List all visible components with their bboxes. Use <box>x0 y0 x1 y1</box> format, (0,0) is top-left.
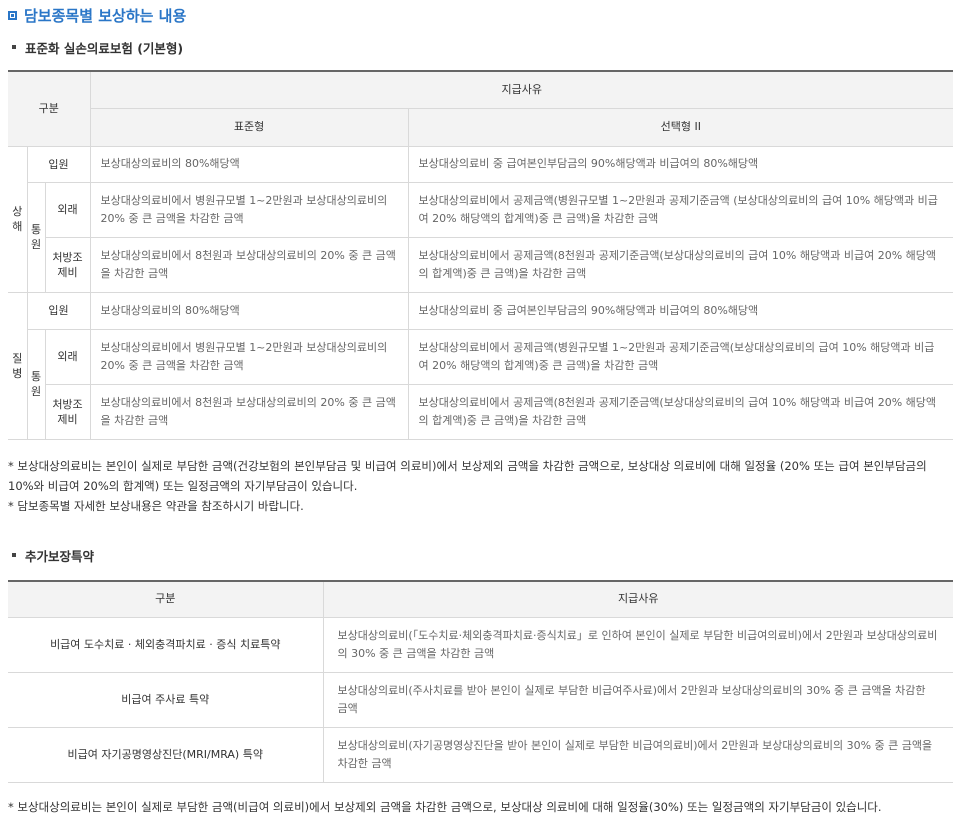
cell-option: 보상대상의료비에서 공제금액(8천원과 공제기준금액(보상대상의료비의 급여 1… <box>407 383 954 440</box>
cell-standard: 보상대상의료비에서 병원규모별 1~2만원과 보상대상의료비의 20% 중 큰 … <box>89 328 409 385</box>
outpatient-group-injury: 통원 <box>27 181 46 293</box>
rider-desc: 보상대상의료비(「도수치료·체외충격파치료·증식치료」로 인하여 본인이 실제로… <box>322 616 953 673</box>
subsection-title-text: 추가보장특약 <box>25 548 95 564</box>
table-row: 통원 외래 보상대상의료비에서 병원규모별 1~2만원과 보상대상의료비의 20… <box>8 328 954 440</box>
rider-table: 구분 지급사유 비급여 도수치료 · 체외충격파치료 · 증식 치료특약 보상대… <box>8 580 953 783</box>
cell-option: 보상대상의료비에서 공제금액(병원규모별 1~2만원과 공제기준금액(보상대상의… <box>407 328 954 385</box>
col-header-payment: 지급사유 <box>322 580 953 618</box>
category-disease-label: 질병 <box>12 351 23 380</box>
cell-option: 보상대상의료비 중 급여본인부담금의 90%해당액과 비급여의 80%해당액 <box>407 291 954 330</box>
table-row: 상해 입원 보상대상의료비의 80%해당액 보상대상의료비 중 급여본인부담금의… <box>8 145 954 293</box>
cell-standard: 보상대상의료비에서 8천원과 보상대상의료비의 20% 중 큰 금액을 차감한 … <box>89 236 409 293</box>
col-header-gubun: 구분 <box>8 580 324 618</box>
footnote-rider-deductible: * 보상대상의료비는 본인이 실제로 부담한 금액(비급여 의료비)에서 보상제… <box>8 800 882 814</box>
row-label: 외래 <box>44 328 91 385</box>
col-header-option: 선택형 II <box>407 107 954 147</box>
table-header-row: 구분 지급사유 <box>8 70 954 147</box>
subsection-title-text: 표준화 실손의료보험 (기본형) <box>25 40 184 56</box>
row-label: 처방조제비 <box>45 236 91 293</box>
bullet-icon <box>12 45 16 49</box>
row-label: 외래 <box>44 181 91 238</box>
table-row: 통원 외래 보상대상의료비에서 병원규모별 1~2만원과 보상대상의료비의 20… <box>8 181 954 293</box>
table-subheader-row: 표준형 선택형 II <box>8 107 954 147</box>
table-row: 처방조제비 보상대상의료비에서 8천원과 보상대상의료비의 20% 중 큰 금액… <box>8 236 954 293</box>
section-title-text: 담보종목별 보상하는 내용 <box>24 6 187 25</box>
col-header-payment: 지급사유 <box>89 70 954 109</box>
row-label: 입원 <box>26 291 91 330</box>
square-bullet-icon <box>8 10 17 20</box>
col-header-gubun: 구분 <box>8 70 91 147</box>
rider-desc: 보상대상의료비(자기공명영상진단을 받아 본인이 실제로 부담한 비급여의료비)… <box>322 726 953 783</box>
table-header-row: 구분 지급사유 <box>8 580 953 618</box>
table-row: 처방조제비 보상대상의료비에서 8천원과 보상대상의료비의 20% 중 큰 금액… <box>8 383 954 440</box>
rider-label: 비급여 자기공명영상진단(MRI/MRA) 특약 <box>8 726 324 783</box>
cell-option: 보상대상의료비 중 급여본인부담금의 90%해당액과 비급여의 80%해당액 <box>407 145 954 183</box>
outpatient-group-disease: 통원 <box>27 328 46 440</box>
category-injury: 상해 <box>8 145 28 293</box>
outpatient-group-label: 통원 <box>30 370 42 398</box>
cell-standard: 보상대상의료비에서 8천원과 보상대상의료비의 20% 중 큰 금액을 차감한 … <box>89 383 409 440</box>
table-row: 비급여 주사료 특약 보상대상의료비(주사치료를 받아 본인이 실제로 부담한 … <box>8 671 953 728</box>
col-header-standard: 표준형 <box>90 107 409 147</box>
table-row: 비급여 도수치료 · 체외충격파치료 · 증식 치료특약 보상대상의료비(「도수… <box>8 616 953 673</box>
cell-option: 보상대상의료비에서 공제금액(8천원과 공제기준금액(보상대상의료비의 급여 1… <box>407 236 954 293</box>
table-row: 질병 입원 보상대상의료비의 80%해당액 보상대상의료비 중 급여본인부담금의… <box>8 291 954 440</box>
outpatient-group-label: 통원 <box>30 223 42 251</box>
coverage-table-basic: 구분 지급사유 표준형 선택형 II 상해 입원 보상대상의료비의 80%해당액… <box>8 70 954 440</box>
row-label: 입원 <box>26 145 91 183</box>
subsection-title-basic: 표준화 실손의료보험 (기본형) <box>12 38 183 56</box>
cell-standard: 보상대상의료비의 80%해당액 <box>89 145 409 183</box>
footnote-terms: * 담보종목별 자세한 보상내용은 약관을 참조하시기 바랍니다. <box>8 499 304 513</box>
cell-option: 보상대상의료비에서 공제금액(병원규모별 1~2만원과 공제기준금액 (보상대상… <box>407 181 954 238</box>
rider-desc: 보상대상의료비(주사치료를 받아 본인이 실제로 부담한 비급여주사료)에서 2… <box>322 671 953 728</box>
rider-label: 비급여 도수치료 · 체외충격파치료 · 증식 치료특약 <box>8 616 324 673</box>
subsection-title-rider: 추가보장특약 <box>12 546 94 564</box>
bullet-icon <box>12 553 16 557</box>
cell-standard: 보상대상의료비에서 병원규모별 1~2만원과 보상대상의료비의 20% 중 큰 … <box>89 181 409 238</box>
row-label: 처방조제비 <box>45 383 91 440</box>
footnote-deductible: * 보상대상의료비는 본인이 실제로 부담한 금액(건강보험의 본인부담금 및 … <box>8 459 927 493</box>
category-disease: 질병 <box>8 291 28 440</box>
category-injury-label: 상해 <box>12 205 23 233</box>
cell-standard: 보상대상의료비의 80%해당액 <box>89 291 409 330</box>
section-title: 담보종목별 보상하는 내용 <box>8 4 186 26</box>
rider-label: 비급여 주사료 특약 <box>8 671 324 728</box>
table-row: 비급여 자기공명영상진단(MRI/MRA) 특약 보상대상의료비(자기공명영상진… <box>8 726 953 783</box>
